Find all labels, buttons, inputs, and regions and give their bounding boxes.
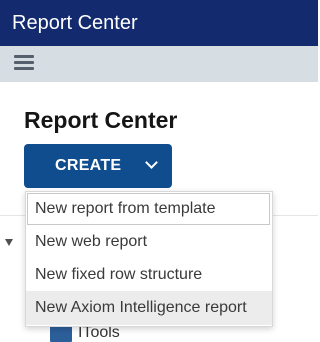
- hamburger-menu-icon[interactable]: [14, 54, 34, 72]
- chevron-down-icon: [145, 156, 158, 169]
- page-title: Report Center: [24, 107, 178, 133]
- create-button-label: CREATE: [55, 157, 122, 174]
- menu-item-new-report-from-template[interactable]: New report from template: [26, 192, 272, 225]
- app-header: Report Center: [0, 0, 318, 46]
- menu-item-label: New report from template: [35, 200, 216, 217]
- menu-item-new-fixed-row-structure[interactable]: New fixed row structure: [26, 258, 272, 291]
- folder-icon: [50, 323, 72, 342]
- menu-item-new-axiom-intelligence-report[interactable]: New Axiom Intelligence report: [26, 291, 272, 325]
- menu-item-label: New web report: [35, 233, 148, 250]
- app-title: Report Center: [12, 12, 138, 34]
- create-dropdown-menu: New report from template New web report …: [25, 191, 273, 327]
- create-button[interactable]: CREATE: [24, 144, 172, 188]
- menu-item-new-web-report[interactable]: New web report: [26, 225, 272, 258]
- toolbar: [0, 46, 318, 82]
- menu-item-label: New fixed row structure: [35, 266, 203, 283]
- tree-expand-caret-icon[interactable]: [5, 239, 13, 246]
- menu-item-label: New Axiom Intelligence report: [35, 299, 247, 316]
